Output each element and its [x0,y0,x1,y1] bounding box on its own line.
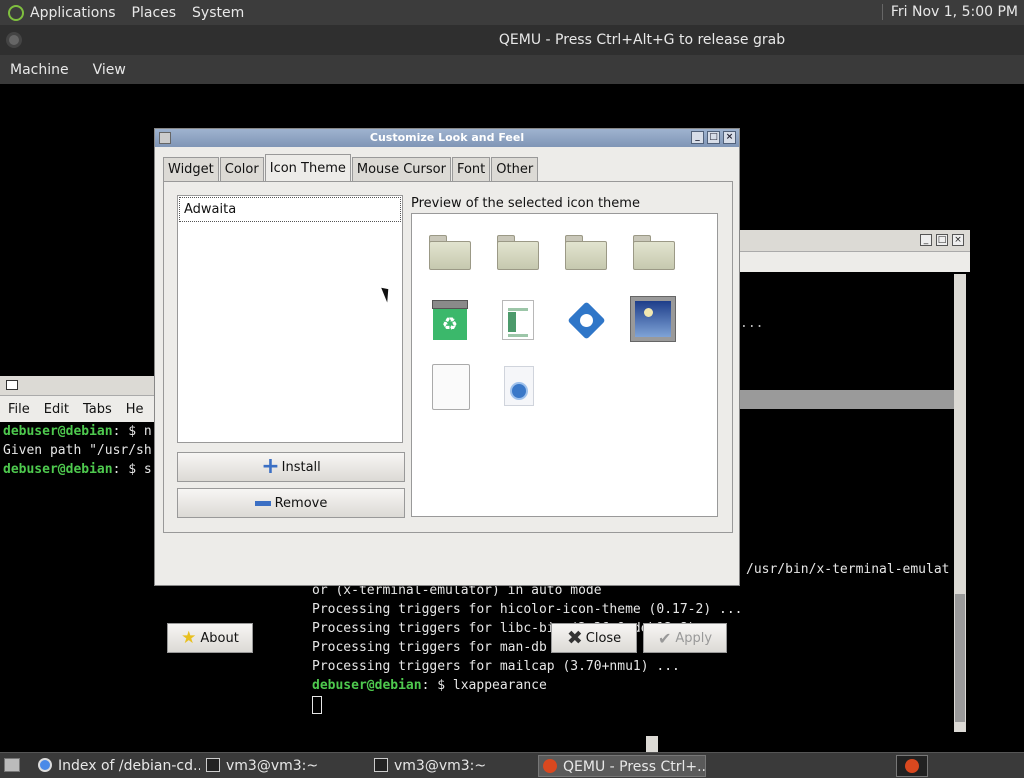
folder-icon [496,232,540,276]
show-desktop-icon[interactable] [4,758,20,772]
maximize-button[interactable]: □ [936,234,948,246]
tab-mouse-cursor[interactable]: Mouse Cursor [351,157,451,181]
folder-icon [564,232,608,276]
star-icon: ★ [181,628,197,648]
left-terminal-menubar: File Edit Tabs He [0,396,160,422]
close-button[interactable]: ✖ Close [551,623,637,653]
right-terminal-titlebar[interactable]: _ □ × [738,230,970,252]
preview-label: Preview of the selected icon theme [411,196,640,211]
menu-edit[interactable]: Edit [44,402,69,417]
tab-font[interactable]: Font [451,157,491,181]
dialog-title: Customize Look and Feel [369,131,525,144]
terminal-line: Processing triggers for mailcap (3.70+nm… [312,659,680,674]
taskbar-item-terminal-2[interactable]: vm3@vm3:~ [370,755,536,777]
customize-dialog[interactable]: Customize Look and Feel _ □ × Widget Col… [154,128,740,653]
menu-help[interactable]: He [126,402,144,417]
right-terminal-menubar [738,252,970,272]
qemu-window-title: QEMU - Press Ctrl+Alt+G to release grab [498,32,786,48]
document-icon [496,298,540,342]
left-terminal-window[interactable]: File Edit Tabs He debuser@debian: $ n Gi… [0,376,160,496]
dialog-footer: ★ About ✖ Close ✔ Apply [155,537,739,653]
tab-widget[interactable]: Widget [163,157,219,181]
tab-color[interactable]: Color [219,157,264,181]
gear-icon [564,298,608,342]
minus-icon [254,500,271,506]
menu-file[interactable]: File [8,402,30,417]
blank-file-icon [428,364,472,410]
list-item[interactable]: Adwaita [179,197,401,222]
terminal-line: debuser@debian: $ n [3,424,152,439]
image-icon [630,296,676,342]
menu-machine[interactable]: Machine [10,62,69,78]
minimize-button[interactable]: _ [920,234,932,246]
terminal-icon [374,758,388,772]
install-button[interactable]: + Install [177,452,405,482]
top-panel: Applications Places System Fri Nov 1, 5:… [0,0,1024,25]
terminal-line: debuser@debian: $ lxappearance [312,678,547,693]
icon-preview-area: ♻ [411,213,718,517]
terminal-text: /usr/bin/x-terminal-emulat [746,562,950,577]
dialog-titlebar[interactable]: Customize Look and Feel _ □ × [155,129,739,147]
qemu-icon [543,759,557,773]
terminal-line: Processing triggers for hicolor-icon-the… [312,602,743,617]
plus-icon: + [261,454,280,479]
dialog-maximize-button[interactable]: □ [707,131,720,144]
resize-grip[interactable] [646,736,658,752]
taskbar-item-terminal-1[interactable]: vm3@vm3:~ [202,755,368,777]
taskbar-item-browser[interactable]: Index of /debian-cd... [34,755,200,777]
tray-qemu-icon[interactable] [896,755,928,777]
about-button[interactable]: ★ About [167,623,253,653]
dialog-close-button[interactable]: × [723,131,736,144]
dialog-minimize-button[interactable]: _ [691,131,704,144]
tab-other[interactable]: Other [491,157,539,181]
qemu-titlebar: QEMU - Press Ctrl+Alt+G to release grab [0,25,1024,55]
tab-icon-theme[interactable]: Icon Theme [264,154,351,181]
clock[interactable]: Fri Nov 1, 5:00 PM [881,4,1018,20]
terminal-scrollbar[interactable] [954,274,966,732]
left-terminal-titlebar[interactable] [0,376,160,396]
terminal-line: Given path "/usr/sh [3,443,152,458]
menu-places[interactable]: Places [132,5,177,21]
trash-icon: ♻ [428,298,472,342]
tab-bar: Widget Color Icon Theme Mouse Cursor Fon… [163,154,539,181]
web-file-icon [496,364,540,408]
menu-view[interactable]: View [93,62,126,78]
qemu-menubar: Machine View [0,55,1024,84]
taskbar-item-qemu[interactable]: QEMU - Press Ctrl+... [538,755,706,777]
terminal-icon [206,758,220,772]
browser-icon [38,758,52,772]
terminal-cursor [312,696,322,714]
check-icon: ✔ [657,628,672,648]
folder-icon [632,232,676,276]
menu-system[interactable]: System [192,5,244,21]
apply-button[interactable]: ✔ Apply [643,623,727,653]
icon-theme-list[interactable]: Adwaita [177,195,403,443]
menu-applications[interactable]: Applications [30,5,116,21]
terminal-text: ... [740,316,764,331]
icon-theme-panel: Adwaita + Install Remove Preview of the … [163,181,733,533]
terminal-icon [6,380,18,390]
remove-button[interactable]: Remove [177,488,405,518]
scrollbar-thumb[interactable] [955,594,965,722]
selection-highlight [738,390,954,409]
folder-icon [428,232,472,276]
taskbar: Index of /debian-cd... vm3@vm3:~ vm3@vm3… [0,752,1024,778]
close-window-button[interactable]: × [952,234,964,246]
close-icon: ✖ [566,627,583,649]
menu-tabs[interactable]: Tabs [83,402,112,417]
distro-logo-icon[interactable] [8,4,24,21]
guest-display[interactable]: File Edit Tabs He debuser@debian: $ n Gi… [0,84,1024,752]
terminal-line: debuser@debian: $ s [3,462,152,477]
dialog-app-icon [159,132,171,144]
